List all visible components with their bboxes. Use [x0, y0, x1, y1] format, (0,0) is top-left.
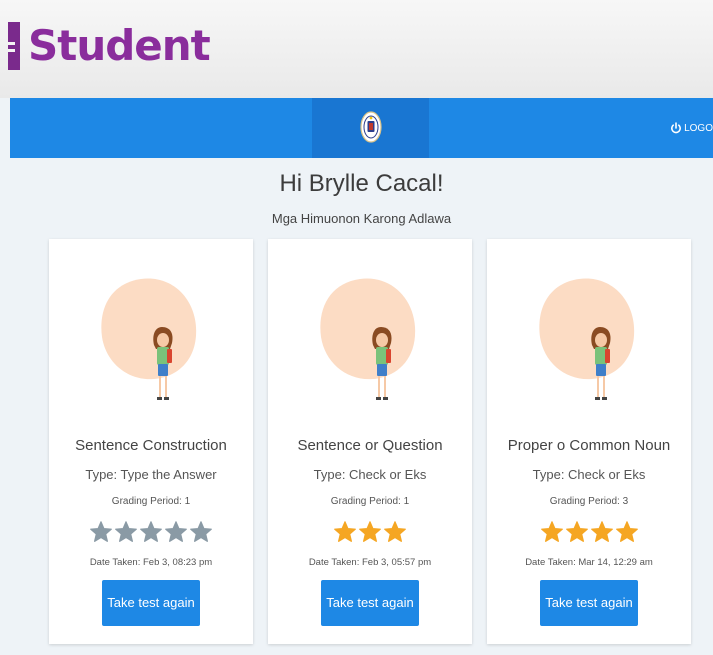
star-filled-icon: [334, 521, 356, 542]
date-taken: Date Taken: Mar 14, 12:29 am: [525, 557, 653, 568]
activity-card: Proper o Common Noun Type: Check or Eks …: [487, 239, 691, 644]
activity-name: Proper o Common Noun: [507, 437, 671, 454]
greeting: Hi Brylle Cacal!: [279, 170, 444, 197]
star-rating: [487, 515, 691, 549]
star-empty-icon: [90, 521, 112, 542]
star-rating: [49, 515, 253, 549]
date-taken: Date Taken: Feb 3, 05:57 pm: [308, 557, 432, 568]
student-girl-illustration: [101, 278, 197, 400]
grading-period: Grading Period: 1: [330, 496, 410, 507]
power-icon: [671, 122, 682, 134]
take-test-again-button[interactable]: Take test again: [102, 580, 200, 626]
star-empty-icon: [190, 521, 212, 542]
star-filled-icon: [384, 521, 406, 542]
star-rating: [268, 515, 472, 549]
logout-button[interactable]: LOGO: [670, 117, 713, 139]
activity-name: Sentence Construction: [75, 437, 227, 454]
top-navbar: LOGO: [10, 98, 713, 158]
activity-type: Type: Check or Eks: [313, 467, 427, 482]
star-empty-icon: [115, 521, 137, 542]
take-test-again-button[interactable]: Take test again: [321, 580, 419, 626]
logout-label: LOGO: [684, 122, 713, 134]
date-taken: Date Taken: Feb 3, 08:23 pm: [89, 557, 213, 568]
star-filled-icon: [590, 521, 613, 542]
star-filled-icon: [565, 521, 588, 542]
star-empty-icon: [140, 521, 162, 542]
star-filled-icon: [359, 521, 381, 542]
take-test-again-button[interactable]: Take test again: [540, 580, 638, 626]
main-content: Hi Brylle Cacal! Mga Himuonon Karong Adl…: [10, 158, 713, 655]
activity-card: Sentence Construction Type: Type the Ans…: [49, 239, 253, 644]
page-title: Student: [28, 21, 211, 70]
deped-seal-icon: [360, 111, 382, 143]
title-band: Student: [0, 0, 713, 98]
menu-marker-icon: [8, 22, 20, 70]
activity-name: Sentence or Question: [297, 437, 443, 454]
page: Student LOGO Hi Brylle Cacal! Mga Himuon…: [0, 0, 713, 655]
logo-tile[interactable]: [312, 98, 429, 158]
grading-period: Grading Period: 1: [111, 496, 191, 507]
student-girl-illustration: [320, 278, 416, 400]
star-empty-icon: [165, 521, 187, 542]
activity-type: Type: Type the Answer: [85, 467, 217, 482]
subtitle: Mga Himuonon Karong Adlawa: [271, 211, 452, 226]
student-girl-illustration: [539, 278, 635, 400]
star-filled-icon: [615, 521, 638, 542]
grading-period: Grading Period: 3: [549, 496, 629, 507]
activity-card: Sentence or Question Type: Check or Eks …: [268, 239, 472, 644]
activity-type: Type: Check or Eks: [532, 467, 646, 482]
star-filled-icon: [540, 521, 563, 542]
